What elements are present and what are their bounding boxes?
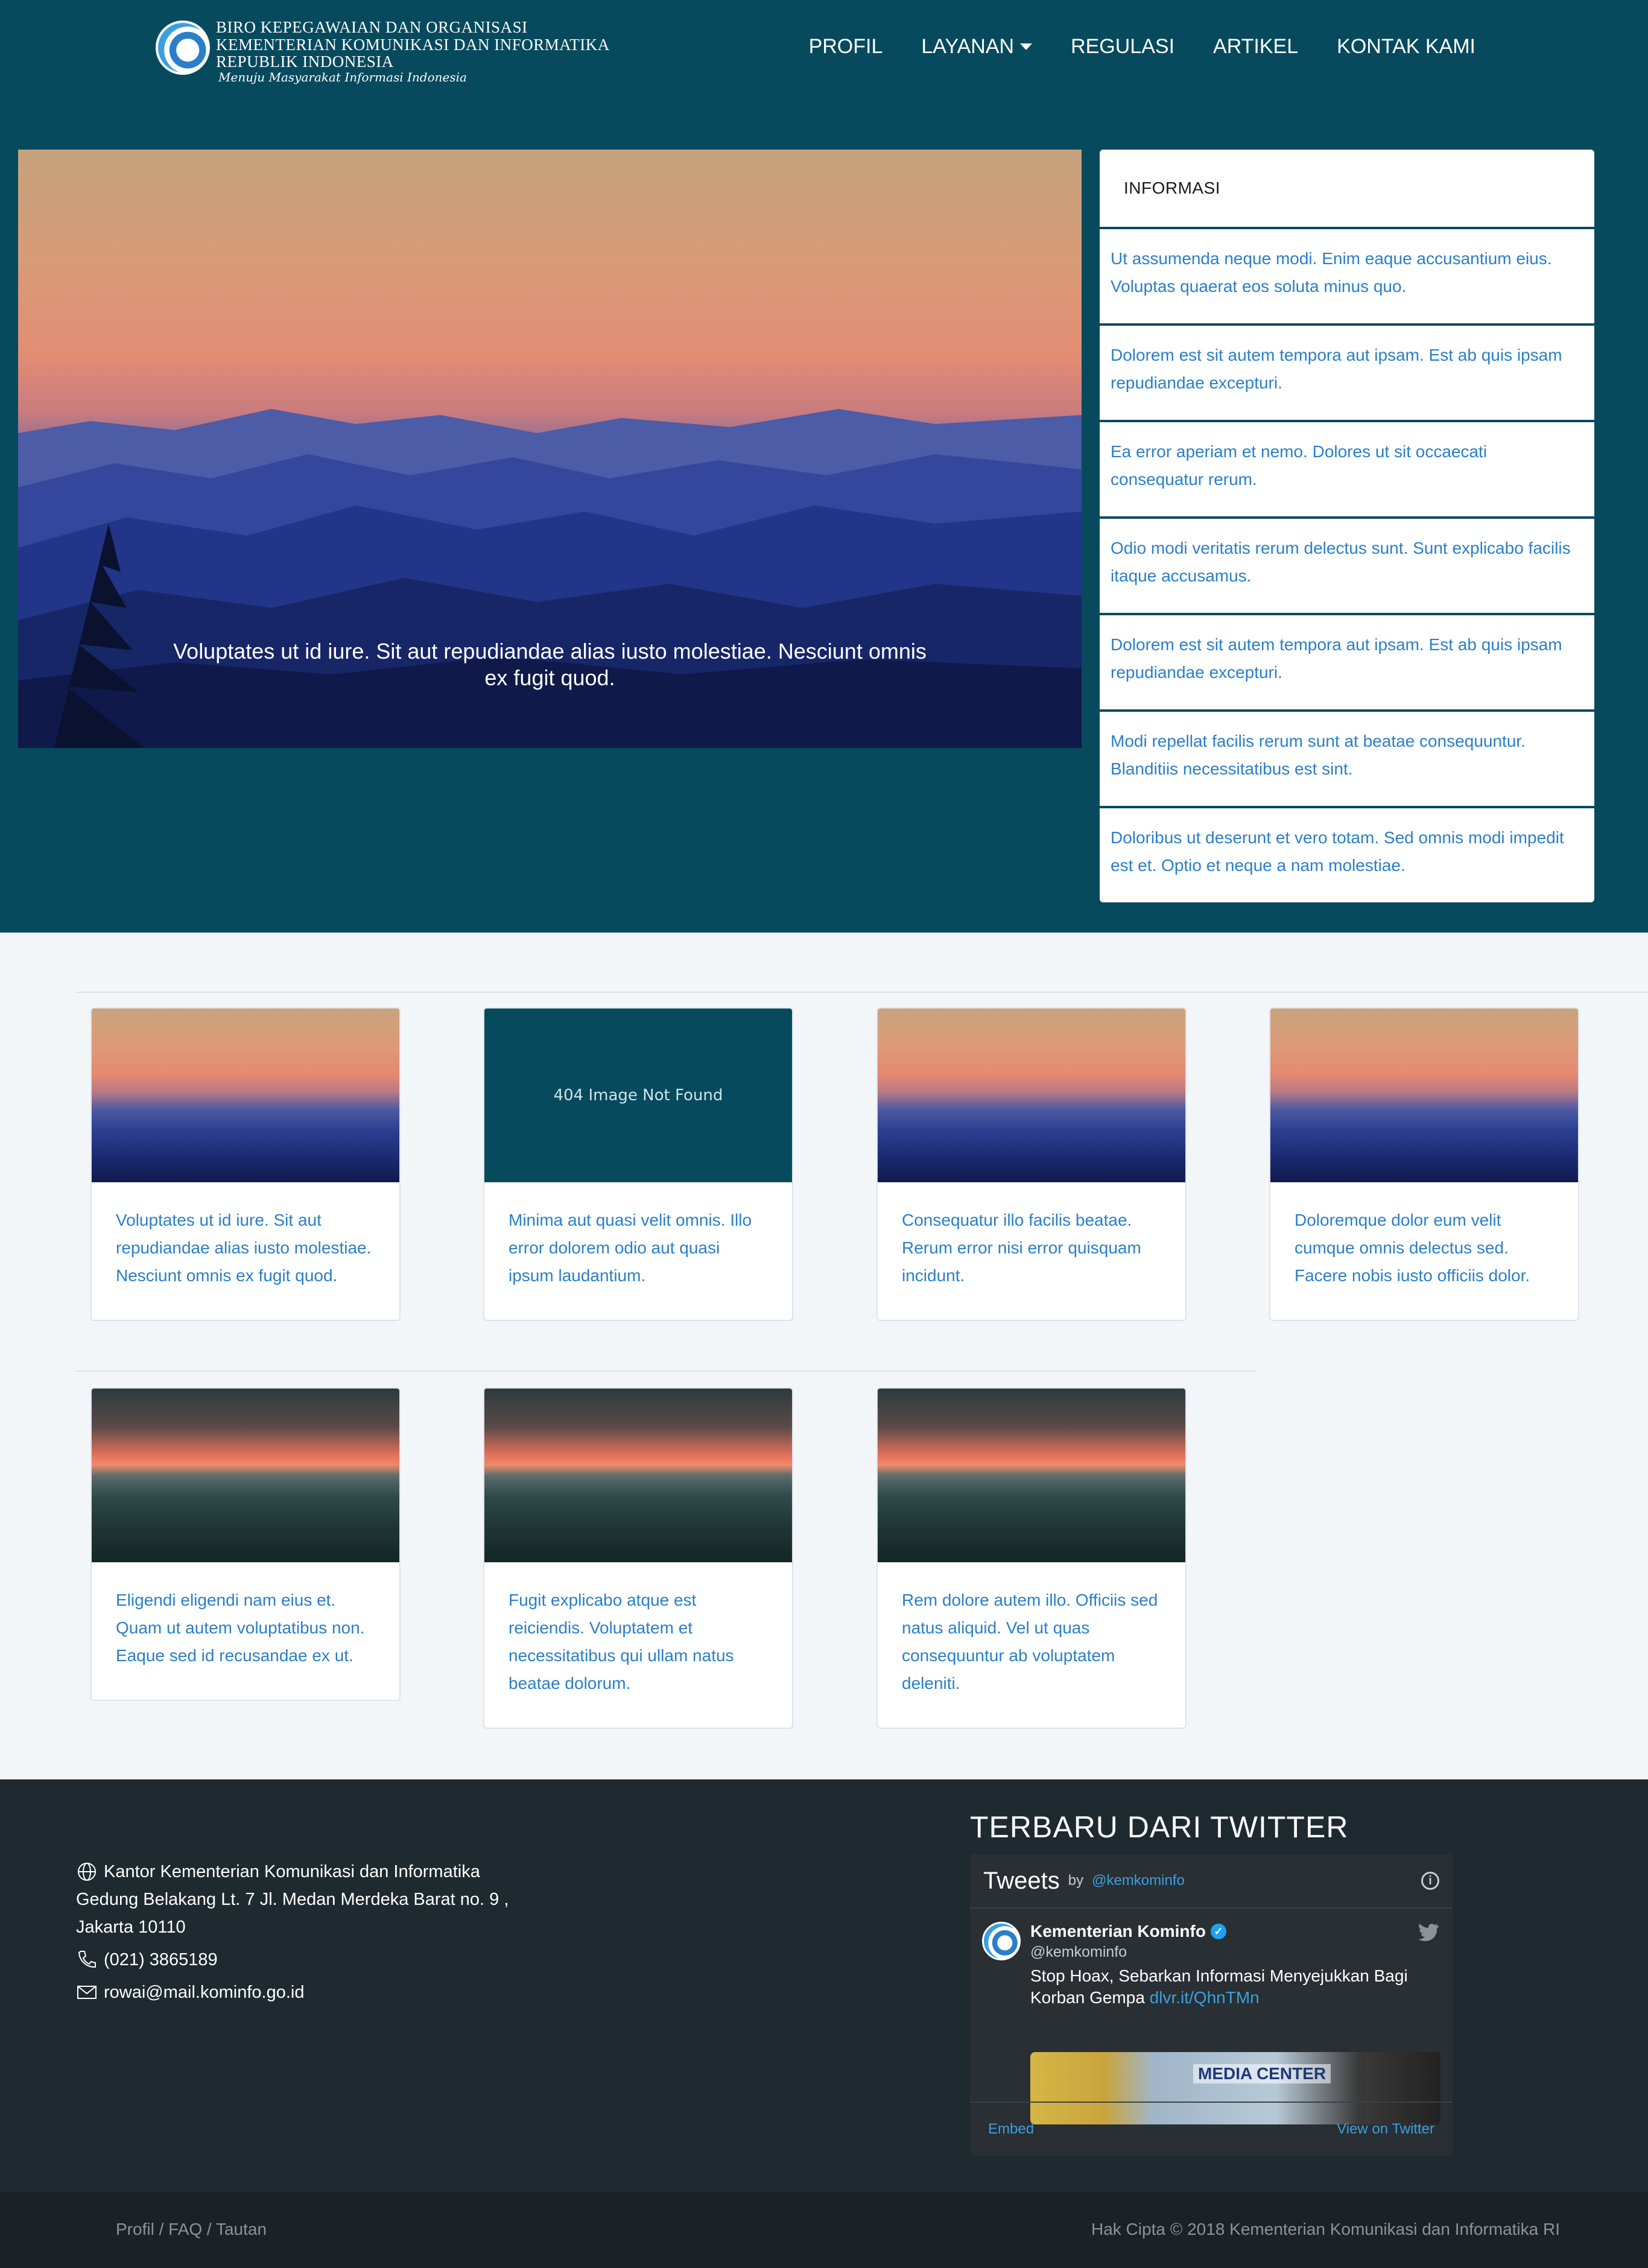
media-center-banner-text: MEDIA CENTER: [1193, 2064, 1331, 2083]
card-text: Consequatur illo facilis beatae. Rerum e…: [902, 1211, 1141, 1285]
address-line-3: Jakarta 10110: [76, 1918, 186, 1937]
card-text: Doloremque dolor eum velit cumque omnis …: [1295, 1211, 1530, 1285]
nav-item-kontak-kami[interactable]: KONTAK KAMI: [1337, 35, 1475, 59]
card-image: [92, 1389, 399, 1562]
avatar[interactable]: [982, 1922, 1021, 1960]
section-divider: [76, 1370, 1256, 1372]
article-card[interactable]: Rem dolore autem illo. Officiis sed natu…: [876, 1387, 1187, 1729]
info-list-item[interactable]: Doloribus ut deserunt et vero totam. Sed…: [1100, 808, 1594, 902]
card-text: Voluptates ut id iure. Sit aut repudiand…: [116, 1211, 372, 1285]
header-hero-section: BIRO KEPEGAWAIAN DAN ORGANISASI KEMENTER…: [0, 0, 1648, 933]
address-line-2: Gedung Belakang Lt. 7 Jl. Medan Merdeka …: [76, 1890, 509, 1909]
article-card[interactable]: Voluptates ut id iure. Sit aut repudiand…: [90, 1007, 401, 1321]
info-list-item[interactable]: Dolorem est sit autem tempora aut ipsam.…: [1100, 326, 1594, 420]
brand-logo-link[interactable]: BIRO KEPEGAWAIAN DAN ORGANISASI KEMENTER…: [156, 18, 614, 90]
card-image: [878, 1389, 1185, 1562]
mail-icon: [77, 1986, 97, 1999]
tweets-handle-link[interactable]: @kemkominfo: [1092, 1872, 1185, 1889]
globe-icon: [78, 1863, 96, 1881]
brand-line-1: BIRO KEPEGAWAIAN DAN ORGANISASI: [216, 18, 528, 36]
contact-info: Kantor Kementerian Komunikasi dan Inform…: [76, 1858, 509, 2006]
main-nav: PROFIL LAYANAN REGULASI ARTIKEL KONTAK K…: [809, 35, 1475, 59]
informasi-panel: INFORMASI Ut assumenda neque modi. Enim …: [1100, 150, 1594, 902]
nav-label: ARTIKEL: [1213, 35, 1299, 58]
card-image: [484, 1389, 792, 1562]
info-list-item[interactable]: Modi repellat facilis rerum sunt at beat…: [1100, 712, 1594, 806]
phone-number: (021) 3865189: [104, 1950, 218, 1969]
info-icon[interactable]: i: [1421, 1872, 1439, 1890]
nav-label: PROFIL: [808, 35, 883, 58]
verified-badge-icon: ✓: [1210, 1924, 1226, 1939]
embed-link[interactable]: Embed: [988, 2121, 1034, 2138]
phone-icon: [78, 1951, 96, 1968]
twitter-widget-header: Tweets by @kemkominfo i: [970, 1854, 1453, 1908]
tweet-author-label: Kementerian Kominfo: [1030, 1922, 1206, 1940]
card-text: Fugit explicabo atque est reiciendis. Vo…: [509, 1591, 734, 1693]
info-list-item[interactable]: Ut assumenda neque modi. Enim eaque accu…: [1100, 229, 1594, 323]
copyright-text: Hak Cipta © 2018 Kementerian Komunikasi …: [1091, 2220, 1560, 2238]
twitter-bird-icon[interactable]: [1418, 1923, 1439, 1941]
kominfo-logo-icon: [156, 21, 210, 75]
twitter-section-title: TERBARU DARI TWITTER: [970, 1810, 1349, 1844]
article-card[interactable]: Consequatur illo facilis beatae. Rerum e…: [876, 1007, 1187, 1321]
card-image-missing: 404 Image Not Found: [484, 1009, 792, 1182]
footer-links[interactable]: Profil / FAQ / Tautan: [116, 2220, 267, 2239]
twitter-timeline-widget: Tweets by @kemkominfo i Kementerian Komi…: [970, 1854, 1453, 2156]
nav-item-profil[interactable]: PROFIL: [809, 35, 883, 59]
nav-label: REGULASI: [1071, 35, 1175, 58]
card-text: Rem dolore autem illo. Officiis sed natu…: [902, 1591, 1158, 1693]
informasi-title: INFORMASI: [1100, 150, 1594, 227]
article-card[interactable]: Eligendi eligendi nam eius et. Quam ut a…: [90, 1387, 401, 1701]
brand-tagline: Menuju Masyarakat Informasi Indonesia: [218, 70, 467, 84]
card-image: [92, 1009, 399, 1182]
tweet[interactable]: Kementerian Kominfo ✓ @kemkominfo Stop H…: [970, 1910, 1453, 2124]
brand-line-3: REPUBLIK INDONESIA: [216, 52, 394, 71]
card-text: Eligendi eligendi nam eius et. Quam ut a…: [116, 1591, 365, 1665]
tweet-author-name[interactable]: Kementerian Kominfo ✓: [1030, 1922, 1226, 1941]
info-list-item[interactable]: Odio modi veritatis rerum delectus sunt.…: [1100, 519, 1594, 613]
article-card[interactable]: 404 Image Not Found Minima aut quasi vel…: [483, 1007, 793, 1321]
caret-down-icon: [1020, 43, 1033, 50]
article-card[interactable]: Fugit explicabo atque est reiciendis. Vo…: [483, 1387, 793, 1729]
footer: Kantor Kementerian Komunikasi dan Inform…: [0, 1779, 1648, 2192]
twitter-widget-footer: Embed View on Twitter: [970, 2102, 1453, 2156]
info-list-item[interactable]: Dolorem est sit autem tempora aut ipsam.…: [1100, 615, 1594, 709]
bottom-bar: Profil / FAQ / Tautan Hak Cipta © 2018 K…: [0, 2192, 1648, 2268]
tweet-link[interactable]: dlvr.it/QhnTMn: [1150, 1988, 1260, 2007]
card-image: [878, 1009, 1185, 1182]
tweet-text: Stop Hoax, Sebarkan Informasi Menyejukka…: [1030, 1965, 1428, 2009]
address-line-1: Kantor Kementerian Komunikasi dan Inform…: [104, 1862, 480, 1881]
tweet-author-handle: @kemkominfo: [1030, 1943, 1127, 1960]
section-divider: [76, 992, 1648, 993]
info-list-item[interactable]: Ea error aperiam et nemo. Dolores ut sit…: [1100, 422, 1594, 516]
nav-item-layanan-dropdown[interactable]: LAYANAN: [921, 35, 1033, 59]
hero-carousel-slide[interactable]: Voluptates ut id iure. Sit aut repudiand…: [18, 150, 1082, 748]
tweets-by-label: by: [1068, 1872, 1084, 1889]
email-link[interactable]: rowai@mail.kominfo.go.id: [104, 1978, 304, 2006]
nav-label: LAYANAN: [921, 35, 1015, 58]
brand-line-2: KEMENTERIAN KOMUNIKASI DAN INFORMATIKA: [216, 36, 610, 54]
article-card[interactable]: Doloremque dolor eum velit cumque omnis …: [1269, 1007, 1579, 1321]
nav-label: KONTAK KAMI: [1337, 35, 1475, 58]
hero-caption: Voluptates ut id iure. Sit aut repudiand…: [173, 639, 927, 690]
card-image: [1270, 1009, 1578, 1182]
card-text: Minima aut quasi velit omnis. Illo error…: [509, 1211, 752, 1285]
tweets-title: Tweets: [983, 1867, 1060, 1894]
view-on-twitter-link[interactable]: View on Twitter: [1337, 2121, 1434, 2138]
nav-item-artikel[interactable]: ARTIKEL: [1213, 35, 1298, 59]
nav-item-regulasi[interactable]: REGULASI: [1071, 35, 1174, 59]
